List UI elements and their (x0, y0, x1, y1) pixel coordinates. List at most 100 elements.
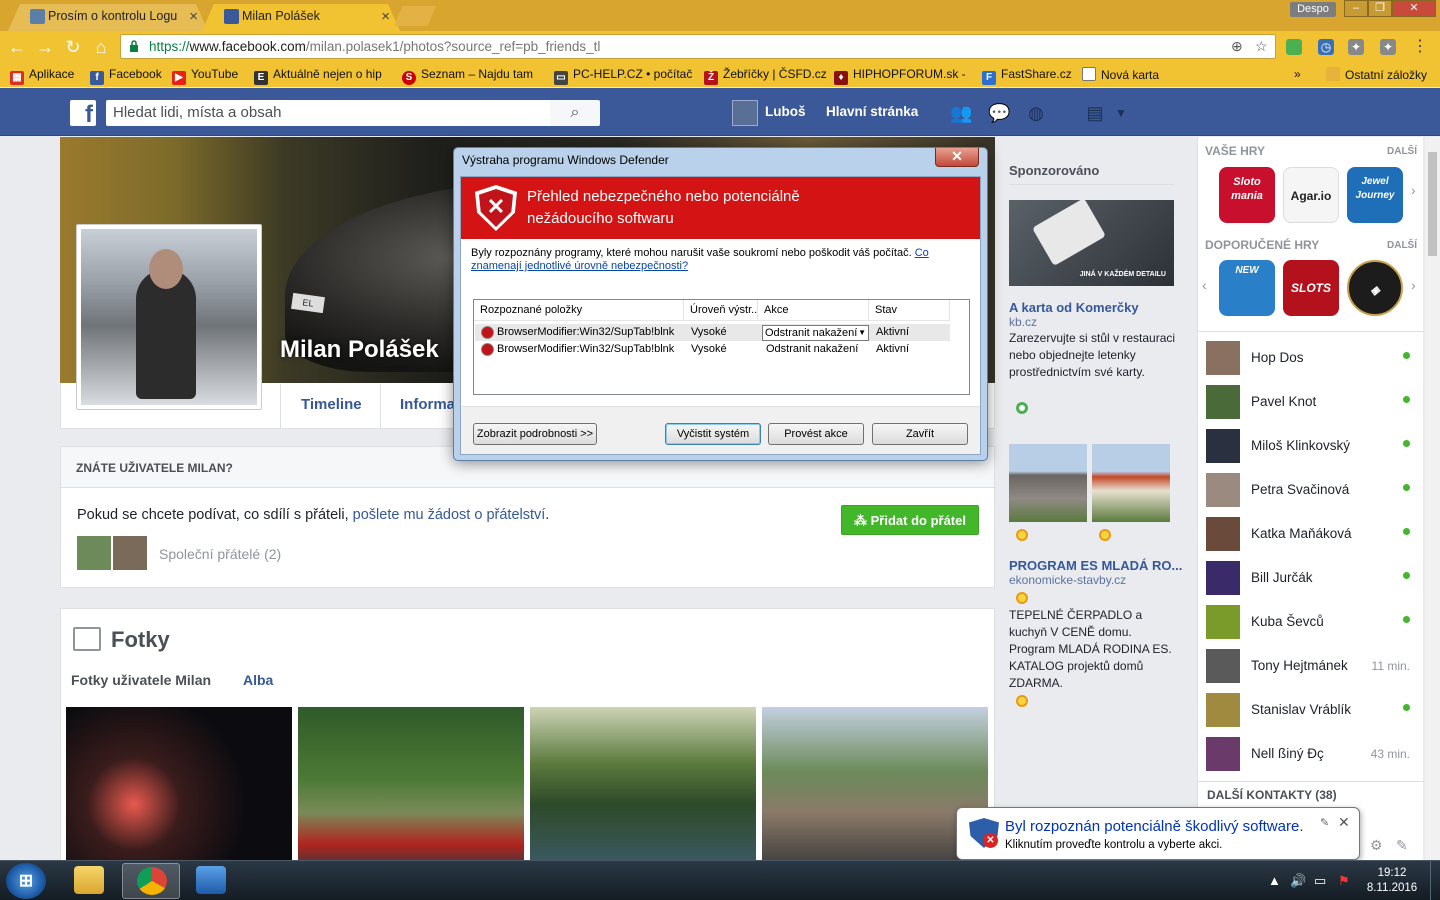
ad-image[interactable]: JINÁ V KAŽDÉM DETAILU (1009, 197, 1174, 286)
threat-action[interactable]: Odstranit nakažení (766, 341, 858, 358)
tab-timeline[interactable]: Timeline (301, 396, 362, 413)
tab-user-photos[interactable]: Fotky uživatele Milan (71, 672, 211, 688)
game-poker[interactable]: ◈ (1347, 260, 1403, 316)
puzzle-extension-icon[interactable]: ✦ (1348, 39, 1364, 55)
contact-item[interactable]: Kuba Ševců (1206, 599, 1424, 643)
bookmark-pchelp[interactable]: ▭ PC-HELP.CZ • počítač (554, 67, 692, 85)
bookmark-aplikace[interactable]: ▦ Aplikace (10, 67, 74, 85)
game-slots[interactable]: SLOTS (1283, 260, 1339, 316)
recommended-more-link[interactable]: DALŠÍ (1387, 240, 1417, 251)
reload-icon[interactable]: ↻ (62, 36, 84, 58)
game-sloto-mania[interactable]: Sloto mania (1219, 167, 1275, 223)
bookmarks-overflow-button[interactable]: » (1294, 67, 1301, 81)
extension-icon[interactable] (1286, 39, 1302, 55)
contact-item[interactable]: Bill Jurčák (1206, 555, 1424, 599)
photo-thumbnail[interactable] (66, 707, 292, 869)
profile-button[interactable]: Despo (1290, 2, 1336, 17)
search-input[interactable]: Hledat lidi, místa a obsah (106, 100, 550, 126)
defender-notification[interactable]: ✕ Byl rozpoznán potenciálně škodlivý sof… (956, 807, 1360, 860)
add-friend-button[interactable]: ⁂ Přidat do přátel (841, 505, 979, 535)
tray-expand-icon[interactable]: ▲ (1268, 873, 1281, 888)
contact-item[interactable]: Stanislav Vráblík (1206, 687, 1424, 731)
mutual-friend-avatar[interactable] (113, 536, 147, 570)
scrollbar-thumb[interactable] (1428, 152, 1437, 256)
contact-item[interactable]: Katka Maňáková (1206, 511, 1424, 555)
bookmark-hiphopforum[interactable]: ♦ HIPHOPFORUM.sk - (834, 67, 966, 85)
photo-thumbnail[interactable] (530, 707, 756, 869)
ad-house-image[interactable] (1092, 444, 1170, 522)
dialog-close-button[interactable]: ✕ (935, 148, 979, 167)
tab-logu[interactable]: Prosím o kontrolu Logu × (8, 4, 208, 31)
tab-facebook[interactable]: Milan Polášek × (202, 4, 400, 31)
close-button[interactable]: Zavřít (872, 423, 968, 445)
clean-system-button[interactable]: Vyčistit systém (665, 423, 761, 445)
show-desktop-button[interactable] (1430, 861, 1440, 900)
zoom-icon[interactable]: ⊕ (1231, 38, 1243, 55)
mutual-friend-avatar[interactable] (77, 536, 111, 570)
taskbar-explorer[interactable] (60, 863, 118, 899)
defender-alert-icon[interactable]: ⚑ (1338, 873, 1350, 889)
ad-domain[interactable]: ekonomicke-stavby.cz (1009, 573, 1126, 587)
facebook-logo-icon[interactable]: f (70, 100, 96, 128)
clock[interactable]: 19:12 8.11.2016 (1362, 866, 1422, 896)
start-button[interactable]: ⊞ (6, 863, 46, 899)
menu-dots-icon[interactable]: ⋮ (1412, 39, 1428, 55)
gear-icon[interactable]: ⚙ (1370, 837, 1383, 854)
column-header[interactable]: Stav (869, 300, 950, 321)
chevron-left-icon[interactable]: ‹ (1202, 277, 1207, 293)
chevron-right-icon[interactable]: › (1411, 182, 1416, 198)
home-icon[interactable]: ⌂ (90, 36, 112, 58)
game-jewel-journey[interactable]: Jewel Journey (1347, 167, 1403, 223)
column-header[interactable]: Akce (758, 300, 869, 321)
ad-house-image[interactable] (1009, 444, 1087, 522)
profile-name[interactable]: Milan Polášek (280, 336, 439, 364)
notification-text[interactable]: Kliknutím proveďte kontrolu a vyberte ak… (1005, 839, 1222, 851)
taskbar-media-player[interactable] (182, 863, 240, 899)
table-row[interactable]: BrowserModifier:Win32/SupTab!blnk Vysoké… (475, 341, 950, 358)
puzzle-extension-icon[interactable]: ✦ (1380, 39, 1396, 55)
games-more-link[interactable]: DALŠÍ (1387, 146, 1417, 157)
bookmark-facebook[interactable]: f Facebook (90, 67, 162, 85)
messages-icon[interactable]: 💬 (988, 103, 1010, 123)
send-request-link[interactable]: pošlete mu žádost o přátelství (353, 507, 546, 523)
bookmark-fastshare[interactable]: F FastShare.cz (982, 67, 1072, 85)
photo-thumbnail[interactable] (298, 707, 524, 869)
contact-item[interactable]: Hop Dos (1206, 335, 1424, 379)
notification-title[interactable]: Byl rozpoznán potenciálně škodlivý softw… (1005, 818, 1304, 835)
contact-item[interactable]: Miloš Klinkovský (1206, 423, 1424, 467)
chevron-down-icon[interactable]: ▼ (1110, 103, 1132, 123)
apply-actions-button[interactable]: Provést akce (768, 423, 864, 445)
column-header[interactable]: Úroveň výstr... (684, 300, 758, 321)
window-close-button[interactable]: ✕ (1392, 0, 1436, 17)
action-select[interactable]: Odstranit nakažení ▼ (762, 325, 869, 341)
star-icon[interactable]: ☆ (1255, 38, 1268, 55)
contact-item[interactable]: Pavel Knot (1206, 379, 1424, 423)
other-bookmarks[interactable]: Ostatní záložky (1326, 67, 1427, 82)
volume-icon[interactable]: 🔊 (1290, 873, 1306, 889)
contact-item[interactable]: Nell ßiný Ðç 43 min. (1206, 731, 1424, 775)
photos-title[interactable]: Fotky (111, 627, 170, 653)
bookmark-nova-karta[interactable]: Nová karta (1082, 67, 1159, 82)
minimize-button[interactable]: – (1344, 0, 1368, 17)
privacy-shortcuts-icon[interactable]: ▤ (1084, 103, 1106, 123)
network-icon[interactable]: ▭ (1314, 873, 1326, 889)
column-header[interactable]: Rozpoznané položky (474, 300, 684, 321)
bookmark-aktualne[interactable]: E Aktuálně nejen o hip (254, 67, 382, 85)
close-icon[interactable]: × (381, 4, 390, 29)
taskbar-chrome[interactable] (122, 863, 180, 899)
notifications-globe-icon[interactable]: ◍ (1025, 103, 1047, 123)
notification-close-button[interactable]: ✕ (1338, 814, 1350, 831)
pin-icon[interactable]: ✎ (1320, 816, 1329, 829)
bookmark-csfd[interactable]: Ž Žebříčky | ČSFD.cz (704, 67, 827, 85)
ad-headline[interactable]: A karta od Komerčky (1009, 300, 1139, 315)
forward-arrow-icon[interactable]: → (34, 36, 56, 58)
avatar[interactable] (732, 100, 758, 126)
more-contacts-heading[interactable]: DALŠÍ KONTAKTY (38) (1207, 788, 1337, 802)
nav-profile-link[interactable]: Luboš (765, 104, 806, 119)
back-arrow-icon[interactable]: ← (6, 36, 28, 58)
mutual-friends-link[interactable]: Společní přátelé (2) (159, 546, 281, 562)
compose-icon[interactable]: ✎ (1396, 837, 1408, 854)
clock-extension-icon[interactable]: ◷ (1318, 39, 1334, 55)
new-tab-button[interactable] (394, 6, 436, 26)
chevron-right-icon[interactable]: › (1411, 277, 1416, 293)
